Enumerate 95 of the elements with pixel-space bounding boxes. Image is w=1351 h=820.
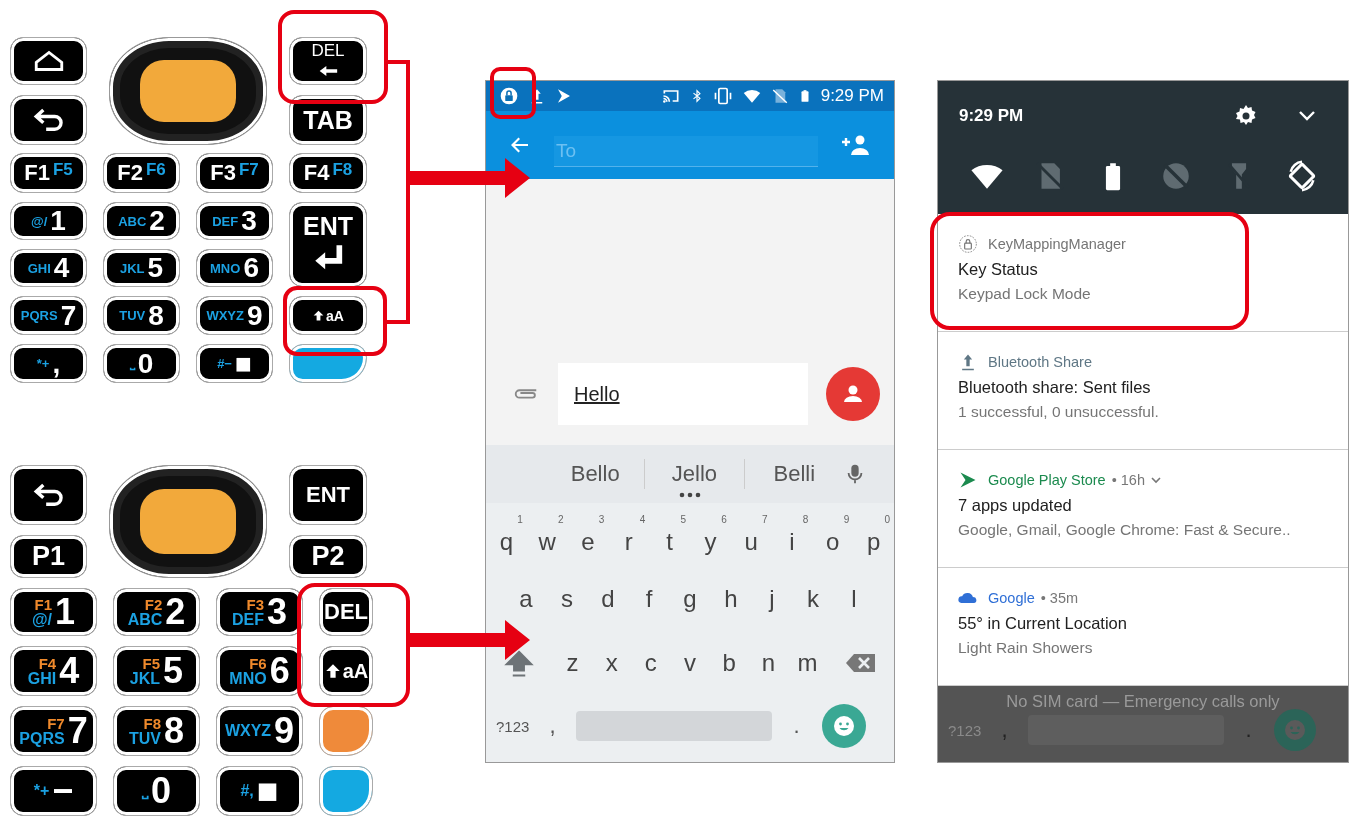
shift-key[interactable]: aA <box>319 646 373 696</box>
keyboard-key[interactable]: o 9 <box>812 513 854 557</box>
keypad-key[interactable]: P2 <box>289 535 367 578</box>
keyboard-key[interactable]: a <box>505 584 547 614</box>
keypad-key[interactable]: TAB <box>289 95 367 145</box>
keyboard-key[interactable]: f <box>628 584 670 614</box>
lock-icon <box>958 234 978 254</box>
keypad-key[interactable]: *+, <box>10 344 87 383</box>
period-key[interactable]: . <box>793 713 800 739</box>
keypad-key[interactable]: #−■ <box>196 344 273 383</box>
notification-text: Light Rain Showers <box>958 639 1094 657</box>
keyboard-key[interactable]: p 0 <box>853 513 894 557</box>
keyboard-key[interactable]: n <box>748 648 788 678</box>
notification-time: • 35m <box>1040 590 1079 606</box>
highlight-frame <box>490 67 536 119</box>
keyboard-key[interactable]: e 3 <box>567 513 609 557</box>
app-name: KeyMappingManager <box>988 236 1126 252</box>
wifi-icon <box>741 87 762 105</box>
keyboard-key[interactable]: h <box>710 584 752 614</box>
keyboard-key[interactable]: t 5 <box>649 513 690 557</box>
backspace-icon[interactable] <box>844 651 877 675</box>
keyboard-key[interactable]: g <box>669 584 711 614</box>
notification-time: • 16h <box>1111 472 1145 488</box>
keyboard-key[interactable]: c <box>631 648 671 678</box>
no-sim-icon <box>770 86 789 106</box>
notification-title: Key Status <box>958 260 1039 279</box>
symbols-key[interactable]: ?123 <box>496 717 530 735</box>
vibrate-icon <box>712 86 733 106</box>
keypad-key[interactable]: @/1 <box>10 202 87 240</box>
notification-card[interactable]: KeyMappingManager Key Status Keypad Lock Mode <box>938 214 1348 332</box>
message-field[interactable]: Hello <box>558 363 808 425</box>
notification-text: 1 successful, 0 unsuccessful. <box>958 403 1160 421</box>
home-key[interactable] <box>10 37 87 85</box>
notification-text: Keypad Lock Mode <box>958 285 1092 303</box>
notification-card[interactable]: Bluetooth Share Bluetooth share: Sent files 1 successful, 0 unsuccessful. <box>938 332 1348 450</box>
notification-title: 55° in Current Location <box>958 614 1128 633</box>
keyboard-key[interactable]: m <box>787 648 828 678</box>
keyboard-key[interactable]: x <box>592 648 632 678</box>
comma-key: , <box>1001 717 1008 743</box>
app-name: Google Play Store <box>988 472 1106 488</box>
suggestion[interactable]: Belli <box>744 459 844 489</box>
keyboard-key[interactable]: q 1 <box>486 513 527 557</box>
expand-caret-icon[interactable] <box>1151 476 1161 484</box>
keyboard-key[interactable]: v <box>670 648 710 678</box>
keyboard-key[interactable]: w 2 <box>526 513 568 557</box>
smiley-icon <box>1282 718 1307 742</box>
keyboard-key[interactable]: d <box>587 584 629 614</box>
status-time: 9:29 PM <box>820 86 884 106</box>
enter-key[interactable]: ENT <box>289 202 367 287</box>
blank-key[interactable] <box>319 766 373 816</box>
carrier-status: No SIM card — Emergency calls only <box>1006 692 1280 711</box>
smiley-icon <box>831 714 856 738</box>
back-key[interactable] <box>10 465 87 525</box>
keypad-key[interactable]: DEL <box>319 588 373 636</box>
keypad-key[interactable]: P1 <box>10 535 87 578</box>
keyboard-key[interactable]: l <box>833 584 875 614</box>
play-icon <box>958 470 978 490</box>
notification-card[interactable]: Google Play Store • 16h 7 apps updated Google, Gmail, Google Chrome: Fast & Secure.. <box>938 450 1348 568</box>
keyboard-key[interactable]: u 7 <box>730 513 772 557</box>
delete-key[interactable]: DEL <box>289 37 367 85</box>
keyboard-key[interactable]: b <box>709 648 749 678</box>
keypad-key[interactable]: ⎵0 <box>103 344 180 383</box>
notification-title: Bluetooth share: Sent files <box>958 378 1152 397</box>
keyboard-key[interactable]: y 6 <box>690 513 731 557</box>
shift-key-icon[interactable] <box>504 648 535 678</box>
suggestion[interactable]: Jello <box>645 459 745 489</box>
suggestion[interactable]: Bello <box>546 459 646 489</box>
lock-icon <box>499 86 519 106</box>
recipient-field[interactable]: To <box>554 135 818 167</box>
more-dots-icon <box>679 492 701 498</box>
keyboard-key[interactable]: r 4 <box>608 513 650 557</box>
keypad-key[interactable]: ⎵0 <box>113 766 200 816</box>
add-contact-icon[interactable] <box>840 133 870 157</box>
emoji-button[interactable] <box>821 704 866 748</box>
keyboard-key[interactable]: j <box>751 584 793 614</box>
back-key[interactable] <box>10 95 87 145</box>
shift-key[interactable]: aA <box>289 296 367 335</box>
keypad-key[interactable]: *+− <box>10 766 97 816</box>
app-name: Google <box>988 590 1035 606</box>
period-key: . <box>1245 717 1252 743</box>
keypad-key[interactable]: #,■ <box>216 766 303 816</box>
keypad-key[interactable]: ENT <box>289 465 367 525</box>
comma-key[interactable]: , <box>549 713 556 739</box>
keyboard-key[interactable]: s <box>546 584 588 614</box>
keyboard-key[interactable]: i 8 <box>771 513 813 557</box>
contact-button[interactable] <box>826 367 880 421</box>
keyboard-key[interactable]: k <box>792 584 834 614</box>
up-arrow-icon <box>312 308 326 323</box>
notification-text: Google, Gmail, Google Chrome: Fast & Secure.. <box>958 521 1292 539</box>
keyboard-key[interactable]: z <box>552 648 593 678</box>
clock-time: 9:29 PM <box>959 106 1025 126</box>
app-name: Bluetooth Share <box>988 354 1092 370</box>
blank-key[interactable] <box>319 706 373 756</box>
chevron-down-icon[interactable] <box>1298 110 1316 122</box>
notification-title: 7 apps updated <box>958 496 1073 515</box>
